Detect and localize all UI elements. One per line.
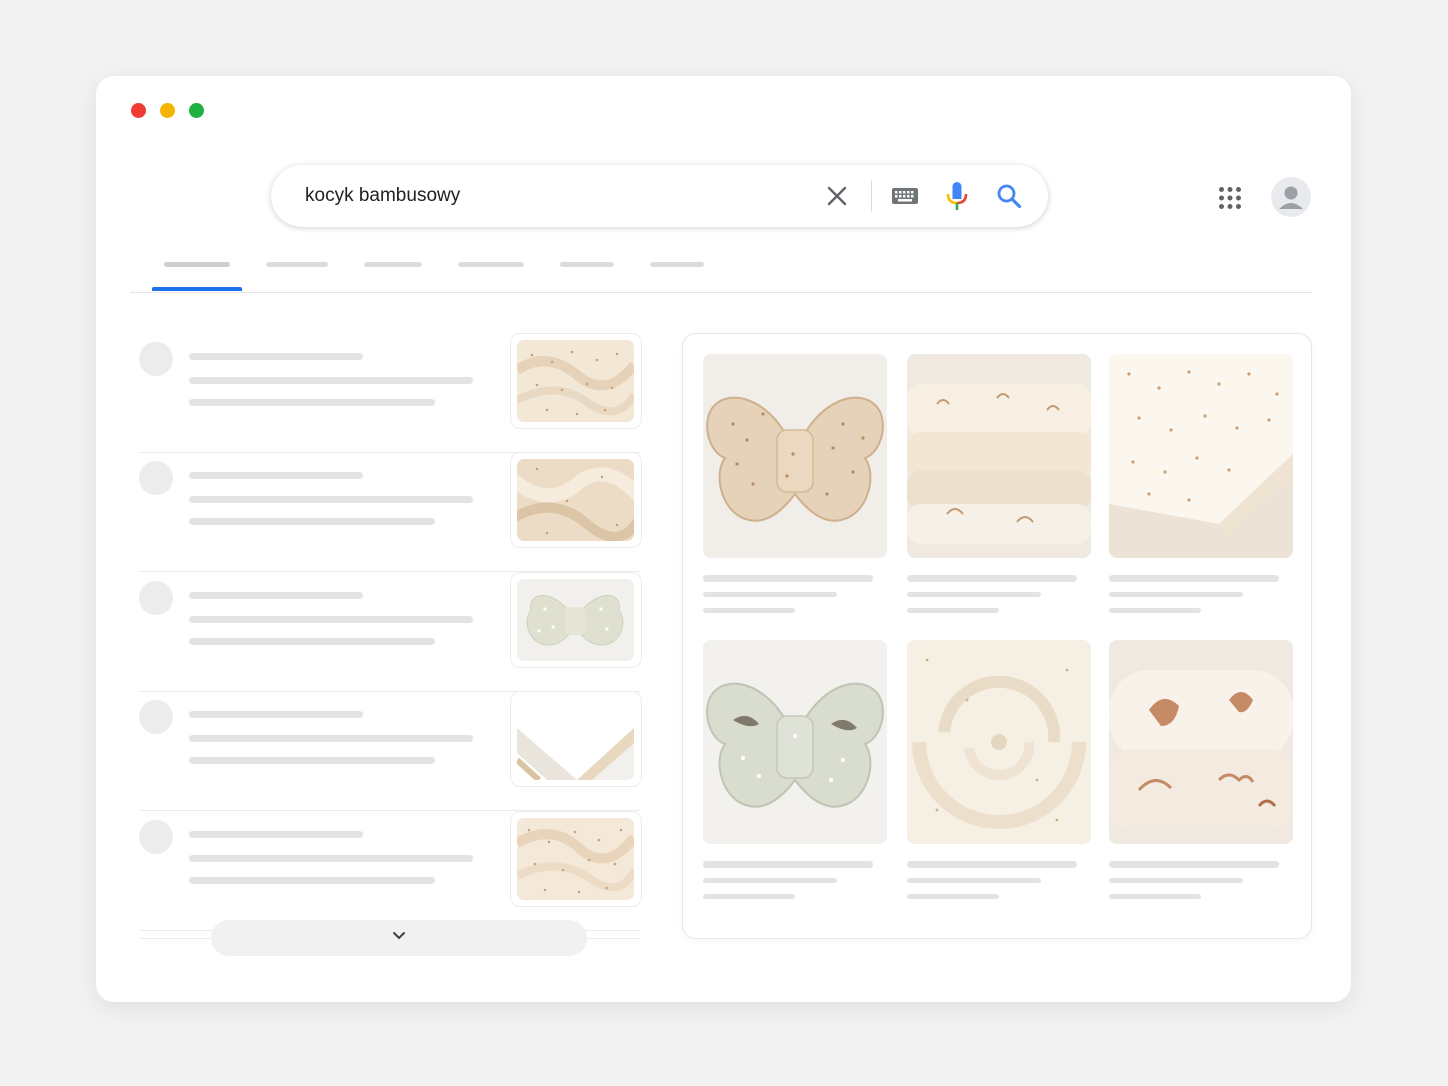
image-source-placeholder [907,592,1041,597]
search-divider [871,180,872,212]
image-results-panel [682,333,1312,939]
image-card[interactable] [1109,640,1293,899]
result-item[interactable] [139,811,642,931]
apps-grid-icon[interactable] [1218,186,1242,210]
site-favicon [139,820,173,854]
folded-blankets-image [907,354,1091,558]
floral-blanket-image [517,340,634,422]
result-thumbnail[interactable] [510,452,642,548]
tab-all[interactable] [164,262,230,267]
image-title-placeholder [1109,575,1279,582]
site-favicon [139,461,173,495]
image-title-placeholder [1109,861,1279,868]
fabric-swirl-image [907,640,1091,844]
fitted-sheet-image [517,698,634,780]
result-title-placeholder [189,831,363,838]
keyboard-icon[interactable] [891,187,919,205]
image-source-placeholder [703,878,837,883]
butterfly-pillow-birds-image [703,640,887,844]
image-card[interactable] [703,640,887,899]
tab-3[interactable] [364,262,422,267]
image-card[interactable] [907,354,1091,613]
result-item[interactable] [139,691,642,811]
result-item[interactable] [139,452,642,572]
search-input[interactable]: kocyk bambusowy [305,185,1048,207]
image-meta-placeholder [703,894,795,899]
account-avatar-icon [1279,186,1303,209]
result-title-placeholder [189,592,363,599]
satin-fabric-image [517,459,634,541]
result-thumbnail[interactable] [510,691,642,787]
rolled-blanket-image [1109,640,1293,844]
site-favicon [139,342,173,376]
floral-blanket-image [517,818,634,900]
result-snippet-placeholder [189,877,435,884]
image-source-placeholder [907,878,1041,883]
result-thumbnail[interactable] [510,811,642,907]
image-meta-placeholder [703,608,795,613]
image-title-placeholder [907,575,1077,582]
maximize-window-button[interactable] [189,103,204,118]
tab-2[interactable] [266,262,328,267]
result-url-placeholder [189,735,473,742]
window-controls [131,103,204,118]
close-window-button[interactable] [131,103,146,118]
tab-4[interactable] [458,262,524,267]
search-bar[interactable]: kocyk bambusowy [271,165,1048,227]
site-favicon [139,581,173,615]
site-favicon [139,700,173,734]
image-source-placeholder [1109,592,1243,597]
image-card[interactable] [907,640,1091,899]
image-title-placeholder [703,861,873,868]
mic-icon[interactable] [945,181,969,211]
image-meta-placeholder [1109,894,1201,899]
result-snippet-placeholder [189,518,435,525]
tab-5[interactable] [560,262,614,267]
result-title-placeholder [189,711,363,718]
result-thumbnail[interactable] [510,572,642,668]
more-results-button[interactable] [211,920,587,956]
image-card[interactable] [703,354,887,613]
browser-window: kocyk bambusowy [96,76,1351,1002]
image-title-placeholder [703,575,873,582]
fitted-sheet-floral-image [1109,354,1293,558]
image-meta-placeholder [907,894,999,899]
image-title-placeholder [907,861,1077,868]
image-meta-placeholder [1109,608,1201,613]
butterfly-pillow-image [703,354,887,558]
search-icon[interactable] [996,183,1022,209]
result-snippet-placeholder [189,638,435,645]
result-url-placeholder [189,377,473,384]
minimize-window-button[interactable] [160,103,175,118]
butterfly-pillow-image [517,579,634,661]
result-item[interactable] [139,572,642,692]
tab-6[interactable] [650,262,704,267]
image-source-placeholder [1109,878,1243,883]
result-snippet-placeholder [189,399,435,406]
result-thumbnail[interactable] [510,333,642,429]
image-card[interactable] [1109,354,1293,613]
result-title-placeholder [189,472,363,479]
active-tab-indicator [152,287,242,291]
result-item[interactable] [139,333,642,453]
result-snippet-placeholder [189,757,435,764]
image-meta-placeholder [907,608,999,613]
chevron-down-icon [393,932,405,940]
result-title-placeholder [189,353,363,360]
search-tabs [130,256,1312,293]
avatar[interactable] [1271,177,1311,217]
result-url-placeholder [189,616,473,623]
result-url-placeholder [189,855,473,862]
image-source-placeholder [703,592,837,597]
result-url-placeholder [189,496,473,503]
close-icon[interactable] [826,185,848,207]
